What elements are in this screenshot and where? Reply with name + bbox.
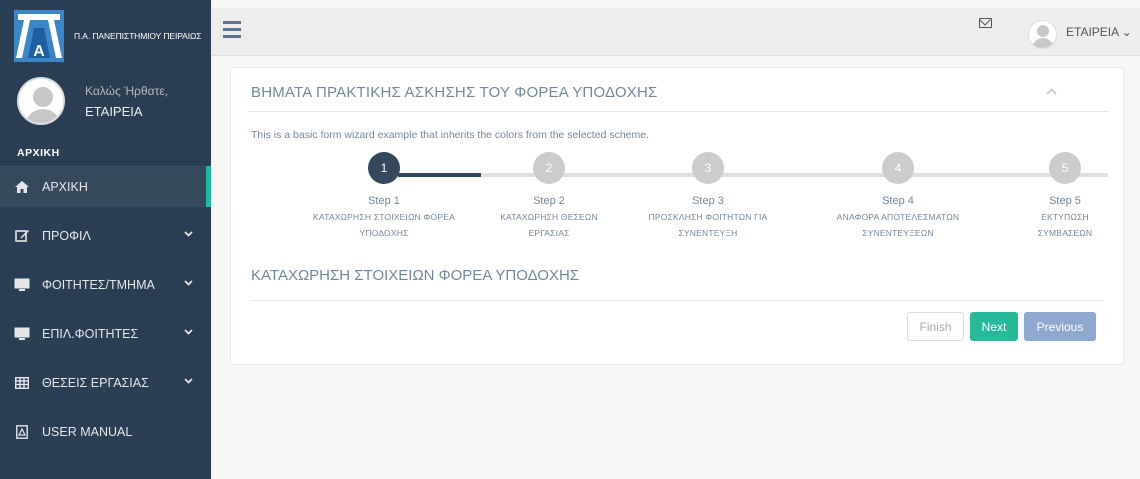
step-2-circle[interactable]: 2 bbox=[533, 152, 565, 184]
step-5-circle[interactable]: 5 bbox=[1049, 152, 1081, 184]
sidebar-item-label: ΕΠΙΛ.ΦΟΙΤΗΤΕΣ bbox=[42, 326, 139, 341]
sidebar-item-students-department[interactable]: ΦΟΙΤΗΤΕΣ/ΤΜΗΜΑ bbox=[0, 264, 211, 305]
step-3-circle[interactable]: 3 bbox=[692, 152, 724, 184]
logo-link[interactable]: A Π.Α. ΠΑΝΕΠΙΣΤΗΜΙΟΥ ΠΕΙΡΑΙΩΣ bbox=[8, 8, 211, 64]
svg-text:A: A bbox=[33, 43, 45, 60]
home-icon bbox=[14, 180, 30, 194]
step-1-circle[interactable]: 1 bbox=[368, 152, 400, 184]
sidebar-nav: ΑΡΧΙΚΗ ΠΡΟΦΙΛ ΦΟΙΤΗΤΕΣ/ΤΜΗΜΑ ΕΠΙΛ.ΦΟΙΤΗΤ… bbox=[0, 166, 211, 460]
user-menu-dropdown[interactable]: ΕΤΑΙΡΕΙΑ ⌄ bbox=[1066, 25, 1132, 39]
finish-button[interactable]: Finish bbox=[907, 312, 964, 341]
step-connector bbox=[398, 173, 481, 177]
step-3-label: Step 3 bbox=[692, 195, 724, 207]
sidebar-item-home[interactable]: ΑΡΧΙΚΗ bbox=[0, 166, 211, 207]
sidebar-item-label: ΦΟΙΤΗΤΕΣ/ΤΜΗΜΑ bbox=[42, 277, 155, 292]
welcome-text: Καλώς Ήρθατε, bbox=[85, 83, 169, 98]
form-wizard: 1 Step 1 ΚΑΤΑΧΩΡΗΣΗ ΣΤΟΙΧΕΙΩΝ ΦΟΡΕΑ ΥΠΟΔ… bbox=[231, 68, 1125, 268]
previous-button[interactable]: Previous bbox=[1024, 312, 1096, 341]
top-navbar: ΕΤΑΙΡΕΙΑ ⌄ bbox=[211, 8, 1140, 56]
step-content-title: ΚΑΤΑΧΩΡΗΣΗ ΣΤΟΙΧΕΙΩΝ ΦΟΡΕΑ ΥΠΟΔΟΧΗΣ bbox=[251, 267, 580, 284]
avatar bbox=[17, 77, 65, 125]
next-button[interactable]: Next bbox=[970, 312, 1018, 341]
sidebar-item-selected-students[interactable]: ΕΠΙΛ.ΦΟΙΤΗΤΕΣ bbox=[0, 313, 211, 354]
university-logo: A bbox=[14, 10, 64, 62]
pdf-icon bbox=[14, 424, 30, 439]
step-5-label: Step 5 bbox=[1049, 195, 1081, 207]
step-4-description: ΑΝΑΦΟΡΑ ΑΠΟΤΕΛΕΣΜΑΤΩΝ ΣΥΝΕΝΤΕΥΞΕΩΝ bbox=[836, 212, 960, 238]
chevron-down-icon bbox=[184, 376, 193, 387]
step-5-description: ΕΚΤΥΠΩΣΗ ΣΥΜΒΑΣΕΩΝ bbox=[1037, 212, 1093, 238]
sidebar-item-label: USER MANUAL bbox=[42, 424, 133, 439]
sidebar-item-job-positions[interactable]: ΘΕΣΕΙΣ ΕΡΓΑΣΙΑΣ bbox=[0, 362, 211, 403]
chevron-down-icon bbox=[184, 229, 193, 240]
step-1-label: Step 1 bbox=[368, 195, 400, 207]
logo-text: Π.Α. ΠΑΝΕΠΙΣΤΗΜΙΟΥ ΠΕΙΡΑΙΩΣ bbox=[74, 31, 202, 41]
profile-username: ΕΤΑΙΡΕΙΑ bbox=[85, 103, 143, 119]
sidebar-item-user-manual[interactable]: USER MANUAL bbox=[0, 411, 211, 452]
sidebar-item-label: ΘΕΣΕΙΣ ΕΡΓΑΣΙΑΣ bbox=[42, 375, 149, 390]
sidebar-item-label: ΑΡΧΙΚΗ bbox=[42, 179, 88, 194]
mail-icon[interactable] bbox=[979, 18, 992, 28]
wizard-panel: ΒΗΜΑΤΑ ΠΡΑΚΤΙΚΗΣ ΑΣΚΗΣΗΣ ΤΟΥ ΦΟΡΕΑ ΥΠΟΔΟ… bbox=[230, 67, 1124, 365]
monitor-icon bbox=[14, 327, 30, 341]
profile-block: Καλώς Ήρθατε, ΕΤΑΙΡΕΙΑ bbox=[17, 77, 168, 125]
sidebar-item-profile[interactable]: ΠΡΟΦΙΛ bbox=[0, 215, 211, 256]
chevron-down-icon bbox=[184, 278, 193, 289]
step-2-description: ΚΑΤΑΧΩΡΗΣΗ ΘΕΣΕΩΝ ΕΡΓΑΣΙΑΣ bbox=[500, 212, 598, 238]
step-connector bbox=[481, 173, 1108, 177]
step-4-label: Step 4 bbox=[882, 195, 914, 207]
sidebar: A Π.Α. ΠΑΝΕΠΙΣΤΗΜΙΟΥ ΠΕΙΡΑΙΩΣ Καλώς Ήρθα… bbox=[0, 0, 211, 479]
chevron-down-icon bbox=[184, 327, 193, 338]
user-avatar[interactable] bbox=[1028, 20, 1057, 49]
sidebar-item-label: ΠΡΟΦΙΛ bbox=[42, 228, 91, 243]
table-icon bbox=[14, 376, 30, 390]
divider bbox=[250, 300, 1104, 301]
edit-icon bbox=[14, 229, 30, 243]
step-2-label: Step 2 bbox=[533, 195, 565, 207]
menu-toggle-icon[interactable] bbox=[223, 21, 241, 38]
step-3-description: ΠΡΟΣΚΛΗΣΗ ΦΟΙΤΗΤΩΝ ΓΙΑ ΣΥΝΕΝΤΕΥΞΗ bbox=[648, 212, 768, 238]
step-4-circle[interactable]: 4 bbox=[882, 152, 914, 184]
step-1-description: ΚΑΤΑΧΩΡΗΣΗ ΣΤΟΙΧΕΙΩΝ ΦΟΡΕΑ ΥΠΟΔΟΧΗΣ bbox=[313, 212, 455, 238]
monitor-icon bbox=[14, 278, 30, 292]
menu-section-title: ΑΡΧΙΚΗ bbox=[17, 147, 60, 159]
